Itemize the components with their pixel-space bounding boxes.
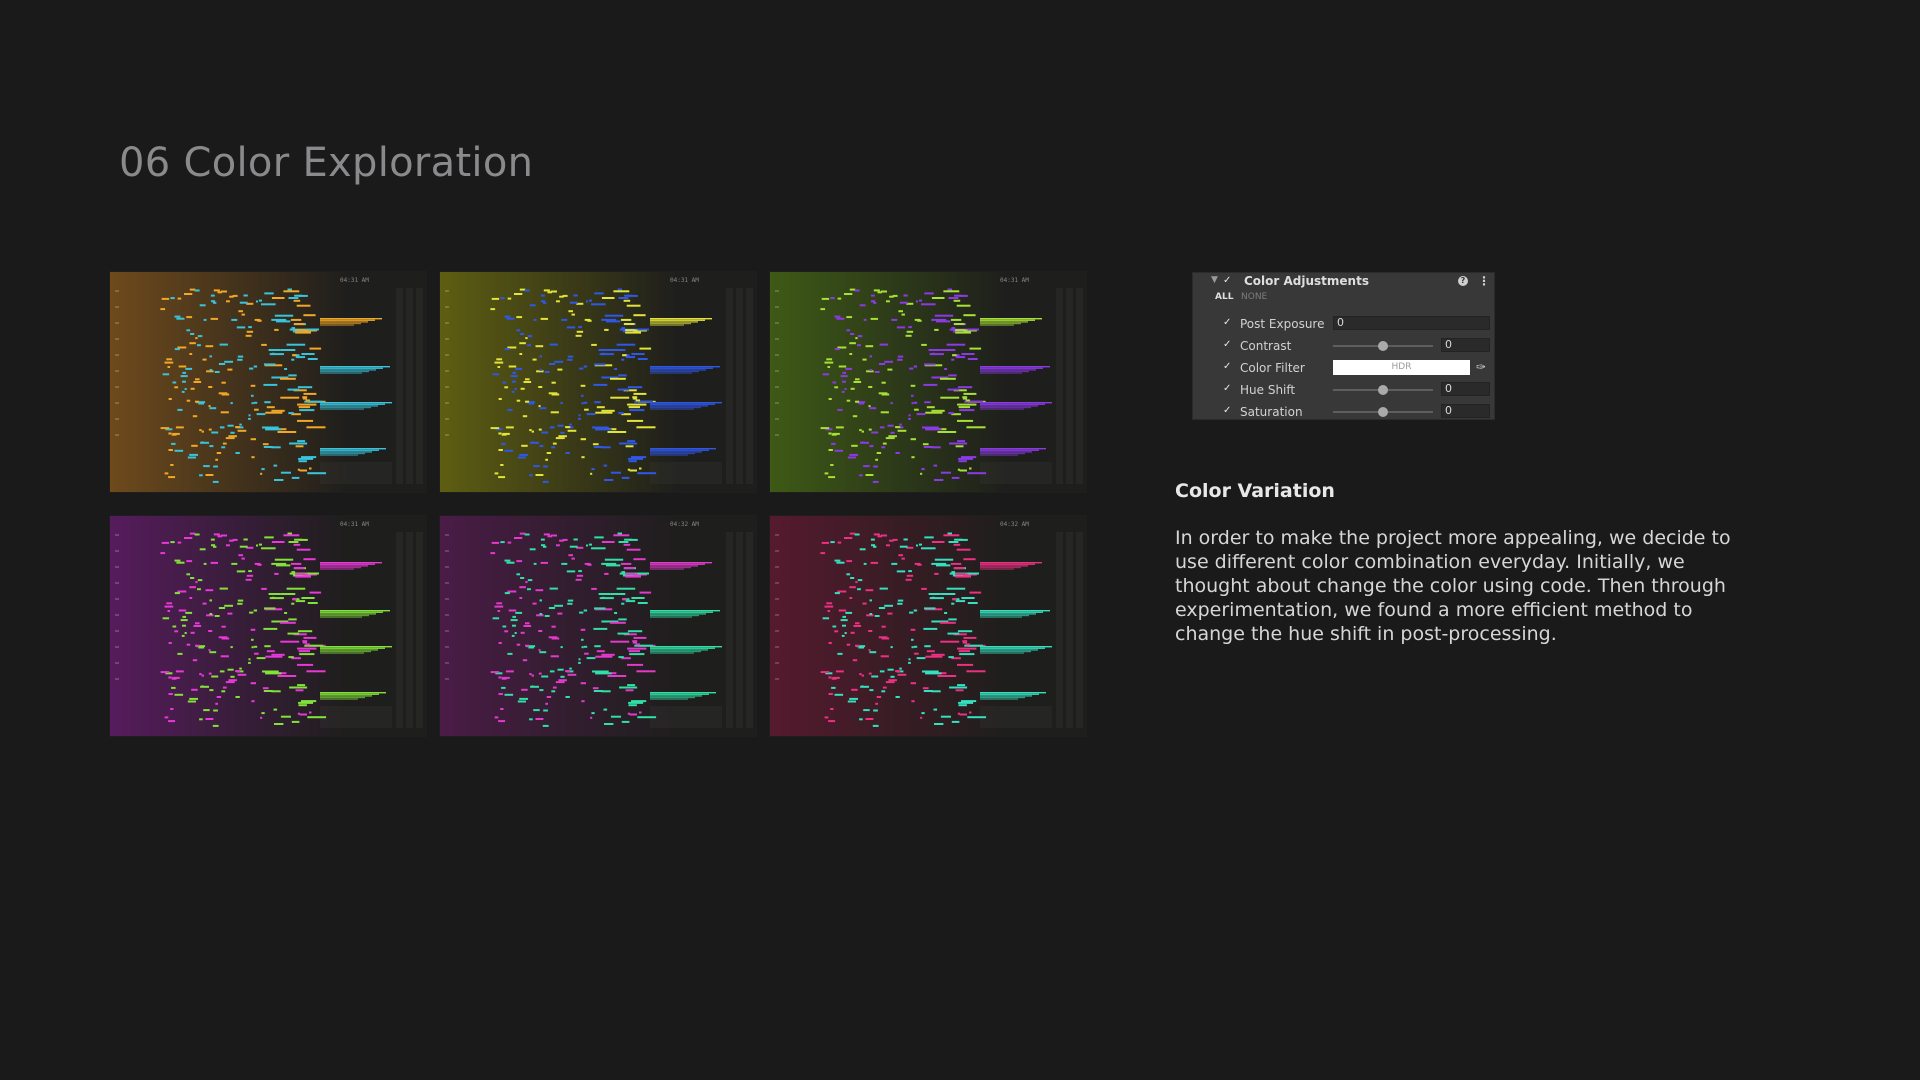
color-filter-row: ✓ Color Filter HDR ✑ <box>1193 359 1494 377</box>
color-filter-swatch[interactable]: HDR <box>1333 360 1470 375</box>
screenshot-time-label: 04:32 AM <box>670 521 699 528</box>
hue-shift-label: Hue Shift <box>1240 383 1296 397</box>
color-variant-screenshot-4: 04:31 AM <box>110 516 426 736</box>
none-toggle[interactable]: NONE <box>1241 292 1267 302</box>
hue-shift-slider-thumb[interactable] <box>1378 385 1388 395</box>
color-variant-screenshot-6: 04:32 AM <box>770 516 1086 736</box>
post-exposure-label: Post Exposure <box>1240 317 1325 331</box>
saturation-row: ✓ Saturation 0 <box>1193 403 1494 421</box>
color-filter-checkbox[interactable]: ✓ <box>1223 362 1233 372</box>
saturation-field[interactable]: 0 <box>1441 404 1490 418</box>
screenshot-grid: 04:31 AM 04:31 AM 04:31 AM 04:31 AM 04:3… <box>110 272 1087 737</box>
foldout-arrow-icon[interactable]: ▼ <box>1211 275 1218 285</box>
color-variant-screenshot-3: 04:31 AM <box>770 272 1086 492</box>
contrast-checkbox[interactable]: ✓ <box>1223 340 1233 350</box>
screenshot-visual: 04:32 AM <box>770 516 1086 736</box>
section-heading: Color Variation <box>1175 480 1335 502</box>
body-paragraph: In order to make the project more appeal… <box>1175 527 1731 645</box>
page-title: 06 Color Exploration <box>119 140 534 186</box>
screenshot-visual: 04:31 AM <box>440 272 756 492</box>
screenshot-time-label: 04:31 AM <box>340 277 369 284</box>
color-variant-screenshot-1: 04:31 AM <box>110 272 426 492</box>
contrast-label: Contrast <box>1240 339 1292 353</box>
screenshot-visual: 04:31 AM <box>110 272 426 492</box>
color-variant-screenshot-2: 04:31 AM <box>440 272 756 492</box>
more-options-icon[interactable]: ⋮ <box>1478 274 1490 288</box>
screenshot-visual: 04:31 AM <box>770 272 1086 492</box>
screenshot-time-label: 04:32 AM <box>1000 521 1029 528</box>
color-filter-label: Color Filter <box>1240 361 1305 375</box>
post-exposure-row: ✓ Post Exposure 0 <box>1193 315 1494 333</box>
screenshot-visual: 04:32 AM <box>440 516 756 736</box>
contrast-field[interactable]: 0 <box>1441 338 1490 352</box>
contrast-row: ✓ Contrast 0 <box>1193 337 1494 355</box>
screenshot-time-label: 04:31 AM <box>340 521 369 528</box>
hue-shift-checkbox[interactable]: ✓ <box>1223 384 1233 394</box>
saturation-label: Saturation <box>1240 405 1303 419</box>
saturation-slider-thumb[interactable] <box>1378 407 1388 417</box>
post-exposure-field[interactable]: 0 <box>1333 316 1490 330</box>
hue-shift-field[interactable]: 0 <box>1441 382 1490 396</box>
screenshot-visual: 04:31 AM <box>110 516 426 736</box>
all-toggle[interactable]: ALL <box>1215 292 1233 302</box>
contrast-slider-thumb[interactable] <box>1378 341 1388 351</box>
component-enabled-checkbox[interactable]: ✓ <box>1223 276 1233 286</box>
help-icon[interactable]: ? <box>1458 276 1468 286</box>
saturation-checkbox[interactable]: ✓ <box>1223 406 1233 416</box>
color-variant-screenshot-5: 04:32 AM <box>440 516 756 736</box>
eyedropper-icon[interactable]: ✑ <box>1476 360 1486 374</box>
color-adjustments-panel: ▼ ✓ Color Adjustments ? ⋮ ALL NONE ✓ Pos… <box>1192 272 1495 420</box>
screenshot-time-label: 04:31 AM <box>670 277 699 284</box>
hue-shift-row: ✓ Hue Shift 0 <box>1193 381 1494 399</box>
panel-header: ▼ ✓ Color Adjustments ? ⋮ <box>1193 273 1494 291</box>
post-exposure-checkbox[interactable]: ✓ <box>1223 318 1233 328</box>
screenshot-time-label: 04:31 AM <box>1000 277 1029 284</box>
panel-title: Color Adjustments <box>1244 274 1369 288</box>
